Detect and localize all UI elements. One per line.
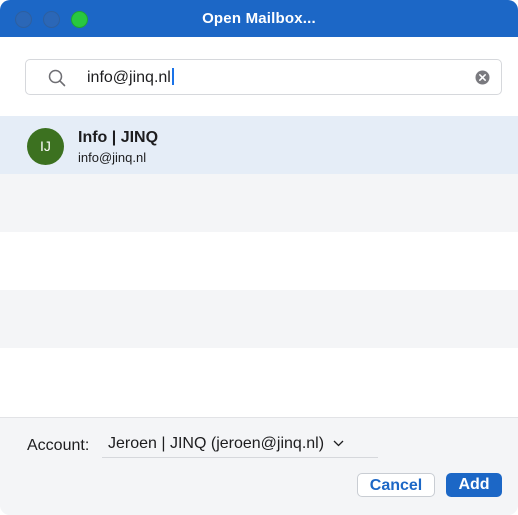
clear-icon[interactable] <box>475 70 490 85</box>
mailbox-name: Info | JINQ <box>78 129 159 146</box>
list-item[interactable]: IJ Info | JINQ info@jinq.nl <box>0 116 518 174</box>
search-icon <box>48 69 66 87</box>
add-button[interactable]: Add <box>446 473 502 497</box>
mailbox-email: info@jinq.nl <box>78 150 147 165</box>
dialog-footer: Account: Jeroen | JINQ (jeroen@jinq.nl) … <box>0 417 518 515</box>
empty-row <box>0 232 518 290</box>
avatar: IJ <box>27 128 64 165</box>
cancel-button[interactable]: Cancel <box>357 473 435 497</box>
empty-row <box>0 348 518 406</box>
open-mailbox-dialog: Open Mailbox... info@jinq.nl IJ Info | J… <box>0 0 518 515</box>
search-field[interactable]: info@jinq.nl <box>25 59 502 95</box>
account-select[interactable]: Jeroen | JINQ (jeroen@jinq.nl) <box>102 430 378 458</box>
account-label: Account: <box>27 437 90 454</box>
search-input-value: info@jinq.nl <box>87 69 171 86</box>
empty-row <box>0 290 518 348</box>
account-select-value: Jeroen | JINQ (jeroen@jinq.nl) <box>108 435 325 452</box>
text-caret <box>171 68 174 85</box>
search-input[interactable]: info@jinq.nl <box>87 68 174 87</box>
dialog-content: info@jinq.nl IJ Info | JINQ info@jinq.nl <box>0 37 518 417</box>
title-bar: Open Mailbox... <box>0 0 518 37</box>
chevron-down-icon <box>333 440 343 447</box>
empty-row <box>0 174 518 232</box>
results-list: IJ Info | JINQ info@jinq.nl <box>0 116 518 406</box>
window-title: Open Mailbox... <box>202 10 316 27</box>
